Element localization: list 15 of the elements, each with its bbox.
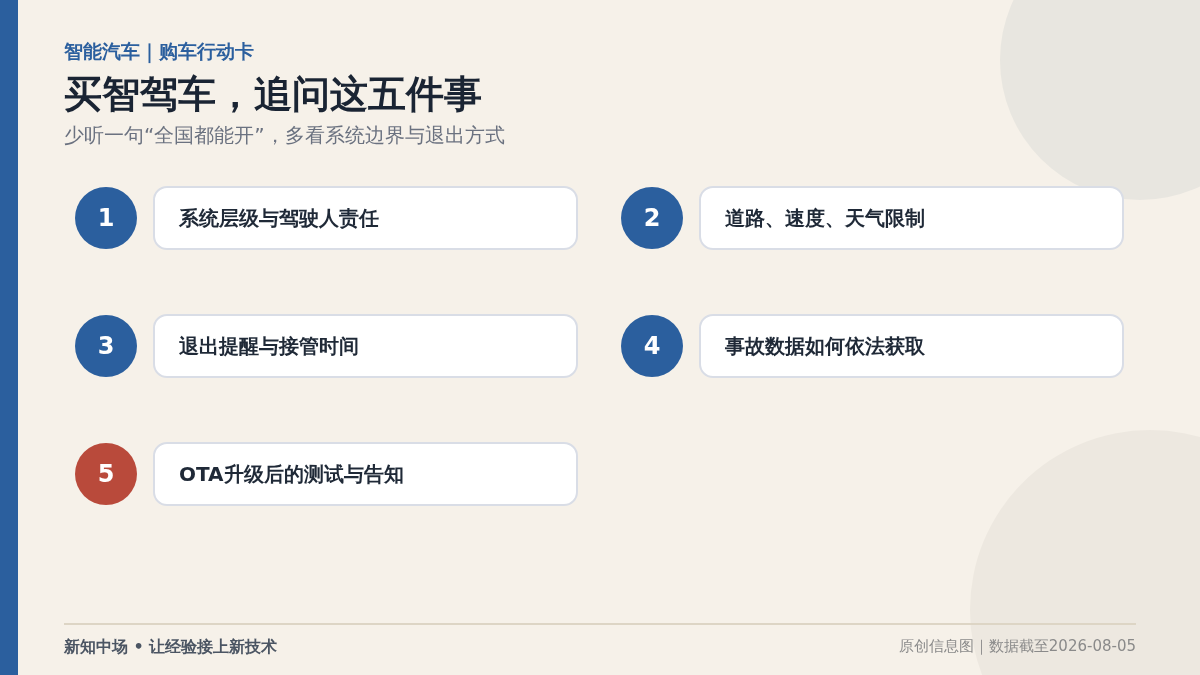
footer-brand: 新知中场 • 让经验接上新技术 bbox=[64, 636, 278, 658]
item-card: 道路、速度、天气限制 bbox=[699, 186, 1124, 250]
footer-note: 原创信息图｜数据截至2026-08-05 bbox=[898, 636, 1136, 657]
number-badge: 4 bbox=[621, 315, 683, 377]
kicker-label: 智能汽车｜购车行动卡 bbox=[64, 39, 254, 64]
item-card: 系统层级与驾驶人责任 bbox=[153, 186, 578, 250]
number-badge: 5 bbox=[75, 443, 137, 505]
subtitle: 少听一句“全国都能开”，多看系统边界与退出方式 bbox=[64, 122, 505, 149]
item-card: OTA升级后的测试与告知 bbox=[153, 442, 578, 506]
number-badge: 2 bbox=[621, 187, 683, 249]
item-card: 退出提醒与接管时间 bbox=[153, 314, 578, 378]
number-badge: 3 bbox=[75, 315, 137, 377]
page-title: 买智驾车，追问这五件事 bbox=[64, 71, 482, 118]
number-badge: 1 bbox=[75, 187, 137, 249]
item-card: 事故数据如何依法获取 bbox=[699, 314, 1124, 378]
